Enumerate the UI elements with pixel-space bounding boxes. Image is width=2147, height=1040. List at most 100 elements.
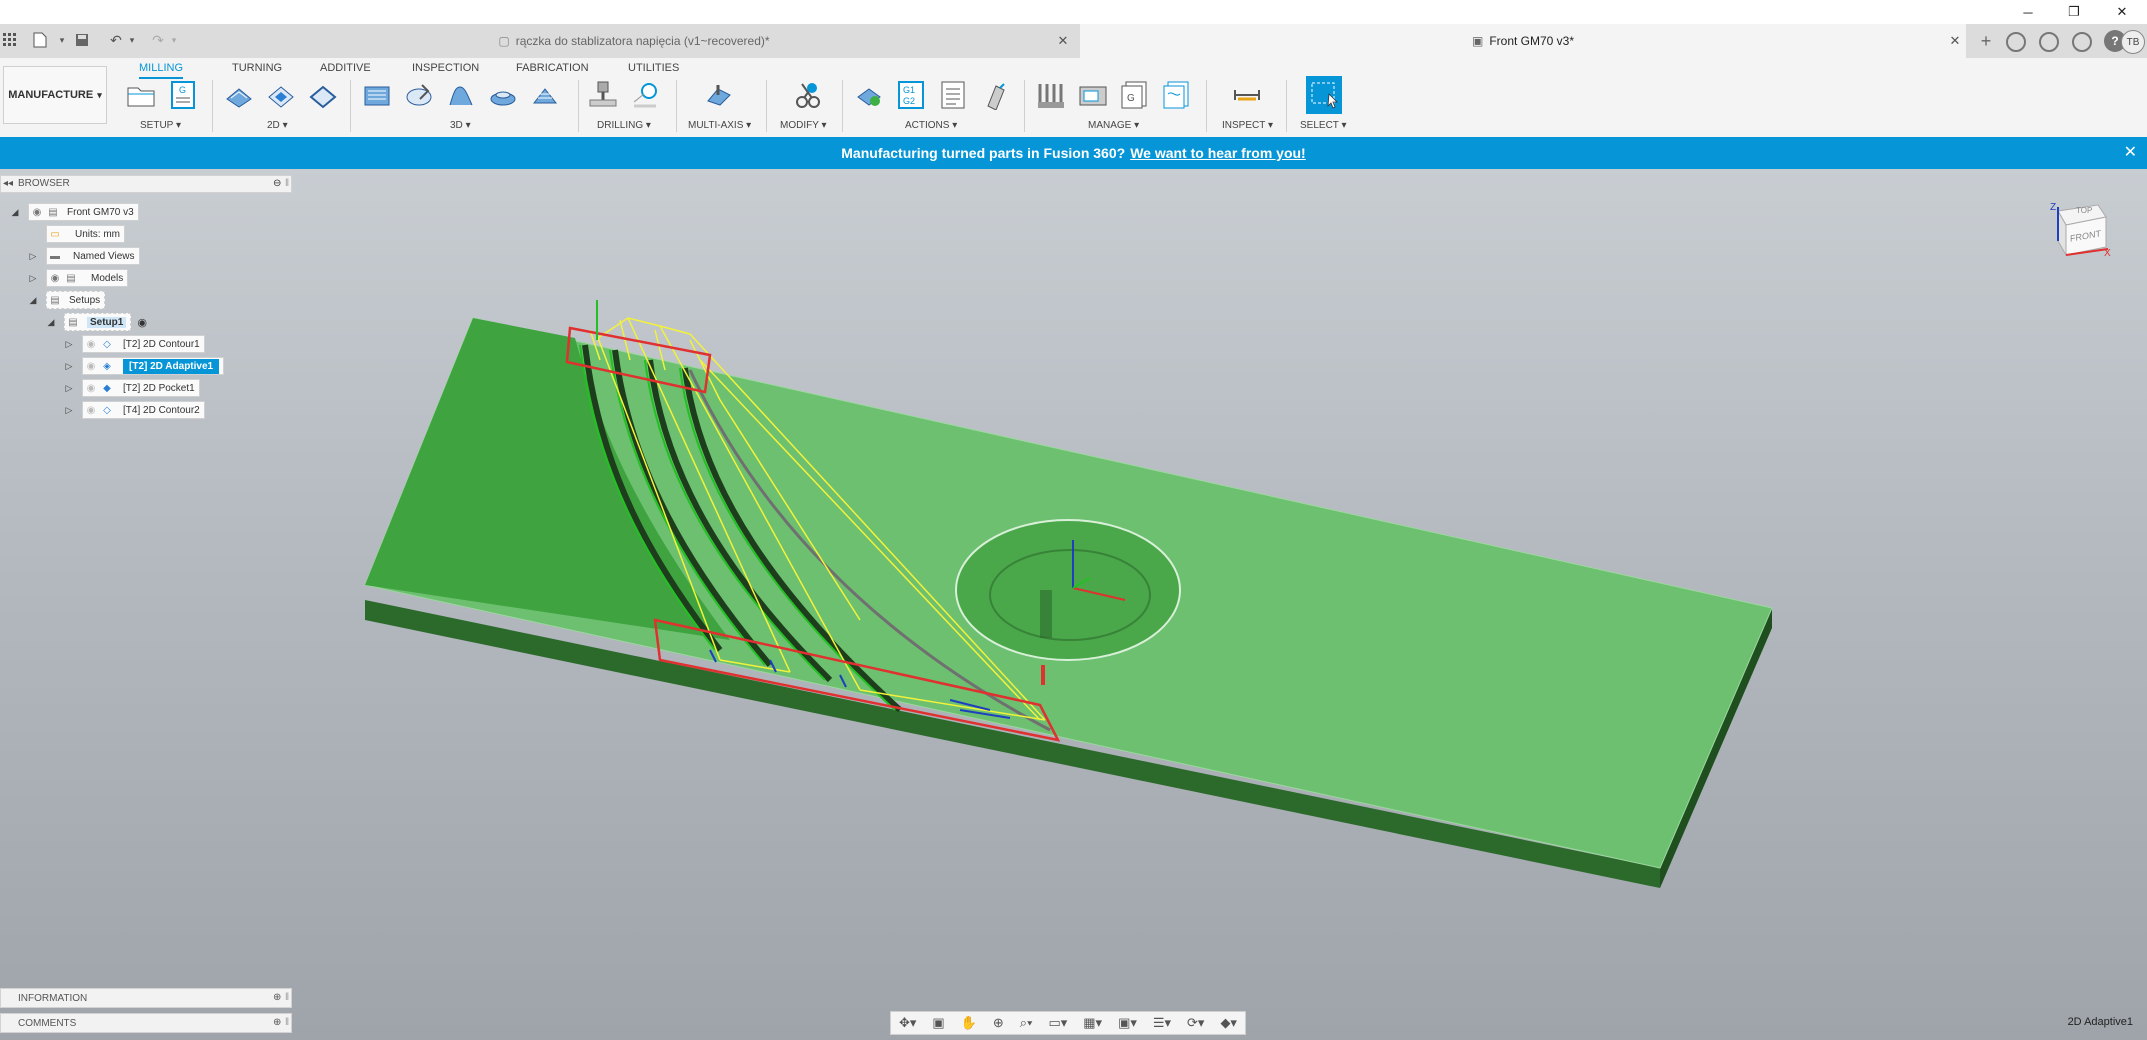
model-scene[interactable] xyxy=(0,169,2147,1040)
group-setup[interactable]: SETUP ▾ xyxy=(140,120,181,131)
close-window-button[interactable]: ✕ xyxy=(2099,0,2145,24)
look-at-icon[interactable]: ▣ xyxy=(932,1015,944,1031)
display-settings-icon[interactable]: ▭▾ xyxy=(1048,1015,1067,1031)
chevron-down-icon[interactable]: ▾ xyxy=(52,30,72,50)
toolpath-display-icon[interactable]: ◆▾ xyxy=(1220,1015,1237,1031)
stock-display-icon[interactable]: ☰▾ xyxy=(1153,1015,1171,1031)
generate-icon[interactable] xyxy=(978,78,1012,112)
tab-turning[interactable]: TURNING xyxy=(232,59,282,77)
job-status-icon[interactable] xyxy=(2039,32,2059,52)
plus-circle-icon[interactable]: ⊕ xyxy=(273,992,281,1003)
browser-panel-header[interactable]: ◂◂ BROWSER ⊖ ‖ xyxy=(0,175,292,193)
chevron-down-icon[interactable]: ▾ xyxy=(164,30,184,50)
template-library-icon[interactable] xyxy=(1160,78,1194,112)
simulate-icon[interactable] xyxy=(852,78,886,112)
expanded-triangle-icon[interactable]: ◢ xyxy=(46,317,56,327)
tree-node[interactable]: ◉ ◇ [T2] 2D Contour1 xyxy=(82,335,205,353)
banner-close-button[interactable]: ✕ xyxy=(2124,137,2137,169)
collapsed-triangle-icon[interactable]: ▷ xyxy=(28,251,38,261)
save-icon[interactable] xyxy=(72,30,92,50)
2d-contour-icon[interactable] xyxy=(306,78,340,112)
tree-row-models[interactable]: ▷ ◉ ▤ Models xyxy=(28,267,292,289)
collapsed-triangle-icon[interactable]: ▷ xyxy=(64,383,74,393)
3d-adaptive-icon[interactable] xyxy=(360,78,394,112)
chevron-down-icon[interactable]: ▾ xyxy=(122,30,142,50)
multi-axis-icon[interactable] xyxy=(702,78,736,112)
tab-fabrication[interactable]: FABRICATION xyxy=(516,59,589,77)
tree-node[interactable]: ▬ Named Views xyxy=(46,247,140,265)
tab-additive[interactable]: ADDITIVE xyxy=(320,59,371,77)
comments-panel[interactable]: COMMENTS ⊕ ‖ xyxy=(0,1013,292,1033)
eye-icon[interactable]: ◉ xyxy=(83,403,99,417)
expanded-triangle-icon[interactable]: ◢ xyxy=(28,295,38,305)
eye-icon[interactable]: ◉ xyxy=(83,337,99,351)
user-avatar[interactable]: TB xyxy=(2121,30,2145,54)
setup-sheet-icon[interactable]: G xyxy=(166,78,200,112)
workspace-switcher[interactable]: MANUFACTURE ▾ xyxy=(3,66,107,124)
information-panel[interactable]: INFORMATION ⊕ ‖ xyxy=(0,988,292,1008)
setup-folder-icon[interactable] xyxy=(124,78,158,112)
tree-node[interactable]: ◉ ▤ Front GM70 v3 xyxy=(28,203,139,221)
measure-icon[interactable] xyxy=(1230,78,1264,112)
zoom-icon[interactable]: ⊕ xyxy=(993,1015,1004,1031)
tree-node[interactable]: ◉ ◈ [T2] 2D Adaptive1 xyxy=(82,357,225,375)
tree-row-operation[interactable]: ▷ ◉ ◇ [T2] 2D Contour1 xyxy=(64,333,292,355)
post-library-icon[interactable]: G xyxy=(1118,78,1152,112)
drill-icon[interactable] xyxy=(586,78,620,112)
tree-row-operation[interactable]: ▷ ◉ ◆ [T2] 2D Pocket1 xyxy=(64,377,292,399)
modify-icon[interactable] xyxy=(790,78,824,112)
group-3d[interactable]: 3D ▾ xyxy=(450,120,471,131)
tab-utilities[interactable]: UTILITIES xyxy=(628,59,679,77)
view-cube[interactable]: TOP FRONT Z X xyxy=(2046,199,2112,265)
group-inspect[interactable]: INSPECT ▾ xyxy=(1222,120,1273,131)
group-modify[interactable]: MODIFY ▾ xyxy=(780,120,827,131)
banner-feedback-link[interactable]: We want to hear from you! xyxy=(1130,145,1306,161)
group-2d[interactable]: 2D ▾ xyxy=(267,120,288,131)
canvas-viewport[interactable]: TOP FRONT Z X xyxy=(0,169,2147,1040)
minimize-button[interactable]: ─ xyxy=(2005,0,2051,24)
fit-icon[interactable]: ⌕▾ xyxy=(1020,1015,1033,1031)
collapsed-triangle-icon[interactable]: ▷ xyxy=(64,339,74,349)
grid-icon[interactable] xyxy=(0,30,20,50)
eye-icon[interactable]: ◉ xyxy=(83,359,99,373)
3d-pocket-icon[interactable] xyxy=(402,78,436,112)
group-multi-axis[interactable]: MULTI-AXIS ▾ xyxy=(688,120,751,131)
tree-node[interactable]: ◉ ▤ Models xyxy=(46,269,129,287)
tree-node[interactable]: ◉ ◆ [T2] 2D Pocket1 xyxy=(82,379,200,397)
extension-icon[interactable] xyxy=(2006,32,2026,52)
collapsed-triangle-icon[interactable]: ▷ xyxy=(64,361,74,371)
new-tab-button[interactable]: + xyxy=(1975,30,1997,52)
scallop-icon[interactable] xyxy=(486,78,520,112)
group-actions[interactable]: ACTIONS ▾ xyxy=(905,120,957,131)
tree-row-named-views[interactable]: ▷ ▬ Named Views xyxy=(28,245,292,267)
resize-handle-icon[interactable]: ‖ xyxy=(285,992,289,1003)
tree-row-operation[interactable]: ▷ ◉ ◈ [T2] 2D Adaptive1 xyxy=(64,355,292,377)
eye-icon[interactable]: ◉ xyxy=(29,205,45,219)
tab-close-button[interactable]: ✕ xyxy=(1055,33,1071,49)
contour-3d-icon[interactable] xyxy=(528,78,562,112)
resize-handle-icon[interactable]: ‖ xyxy=(285,178,289,189)
grid-settings-icon[interactable]: ▦▾ xyxy=(1083,1015,1102,1031)
2d-pocket-icon[interactable] xyxy=(264,78,298,112)
pan-icon[interactable]: ✋ xyxy=(961,1015,977,1031)
machine-library-icon[interactable] xyxy=(1076,78,1110,112)
group-select[interactable]: SELECT ▾ xyxy=(1300,120,1347,131)
restore-button[interactable]: ❐ xyxy=(2051,0,2097,24)
tree-row-root[interactable]: ◢ ◉ ▤ Front GM70 v3 xyxy=(10,201,292,223)
file-icon[interactable] xyxy=(30,30,50,50)
tool-library-icon[interactable] xyxy=(1034,78,1068,112)
simulation-icon[interactable]: ⟳▾ xyxy=(1187,1015,1204,1031)
document-tab[interactable]: ▢ rączka do stablizatora napięcia (v1~re… xyxy=(190,24,1078,58)
collapse-panel-icon[interactable]: ◂◂ xyxy=(3,178,13,189)
tab-close-button[interactable]: ✕ xyxy=(1947,33,1963,49)
setup-sheet-action-icon[interactable] xyxy=(936,78,970,112)
2d-adaptive-icon[interactable] xyxy=(222,78,256,112)
orbit-icon[interactable]: ✥▾ xyxy=(899,1015,916,1031)
parallel-icon[interactable] xyxy=(444,78,478,112)
resize-handle-icon[interactable]: ‖ xyxy=(285,1017,289,1028)
tree-row-setups[interactable]: ◢ ▤ Setups xyxy=(28,289,292,311)
hole-recognition-icon[interactable] xyxy=(628,78,662,112)
select-icon[interactable] xyxy=(1306,76,1342,114)
tree-node[interactable]: ▤ Setups xyxy=(46,291,106,309)
tree-node[interactable]: ▭ Units: mm xyxy=(46,225,125,243)
